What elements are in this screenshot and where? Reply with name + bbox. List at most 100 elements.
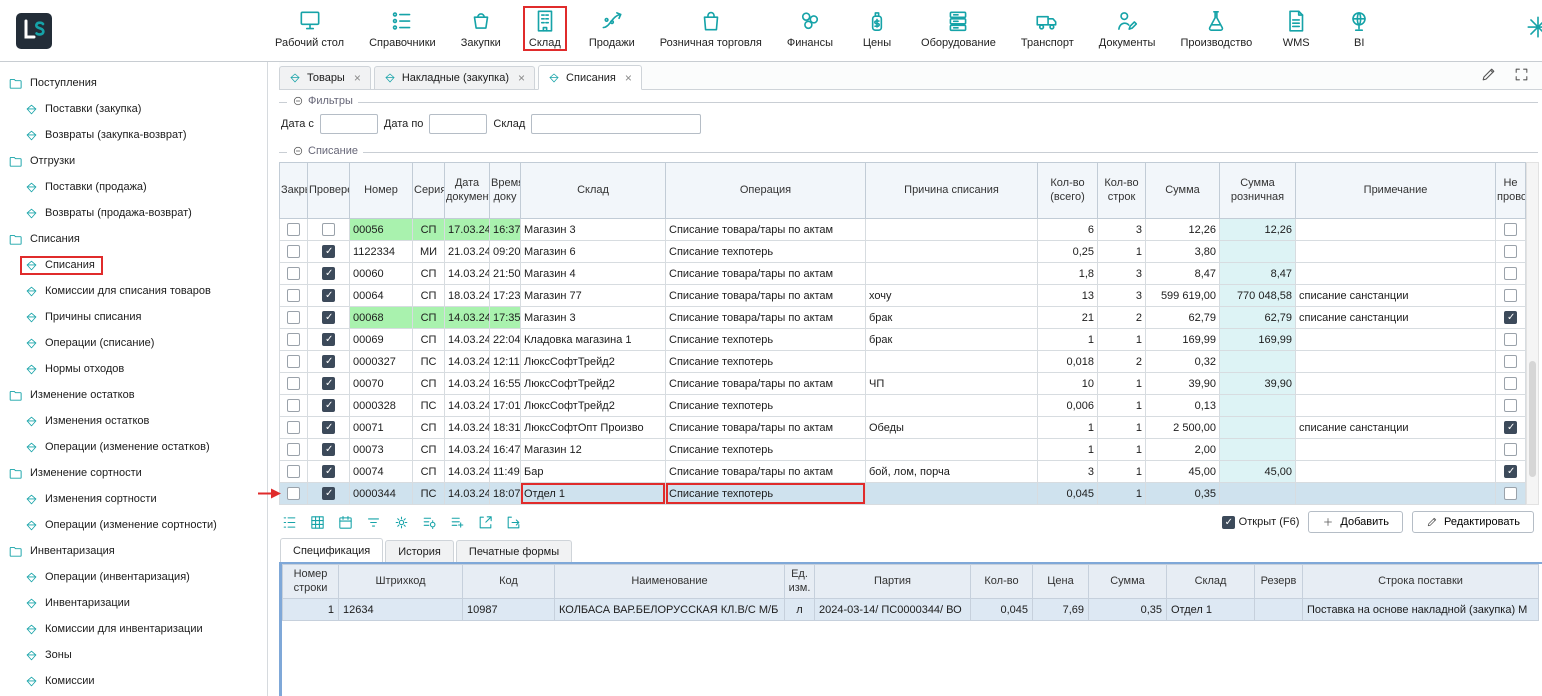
spec-row[interactable]: 11263410987КОЛБАСА ВАР.БЕЛОРУССКАЯ КЛ.В/… [283,599,1539,621]
cell-operation[interactable]: Списание техпотерь [666,395,866,417]
cell-time[interactable]: 22:04 [490,329,521,351]
cell-qty[interactable]: 3 [1038,461,1098,483]
list-settings-icon[interactable] [421,514,438,531]
cell-number[interactable]: 0000327 [350,351,413,373]
nopost-checkbox[interactable] [1504,311,1517,324]
tree-item[interactable]: Возвраты (закупка-возврат) [0,122,267,148]
cell-warehouse[interactable]: Бар [521,461,666,483]
spec-column-header[interactable]: Сумма [1089,565,1167,599]
numbered-list-icon[interactable] [281,514,298,531]
cell-number[interactable]: 00064 [350,285,413,307]
grid-view-icon[interactable] [309,514,326,531]
table-row[interactable]: 0000327ПС14.03.2412:11ЛюксСофтТрейд2Спис… [280,351,1526,373]
cell-reason[interactable]: ЧП [866,373,1038,395]
tree-item[interactable]: Операции (списание) [0,330,267,356]
spec-column-header[interactable]: Резерв [1255,565,1303,599]
tree-item[interactable]: Операции (изменение остатков) [0,434,267,460]
column-header[interactable]: Серия [413,163,445,219]
cell-note[interactable] [1296,461,1496,483]
spec-column-header[interactable]: Наименование [555,565,785,599]
cell-lines[interactable]: 1 [1098,329,1146,351]
close-icon[interactable]: × [354,72,361,84]
cell-operation[interactable]: Списание товара/тары по актам [666,373,866,395]
cell-lines[interactable]: 3 [1098,263,1146,285]
table-row[interactable]: 00068СП14.03.2417:35Магазин 3Списание то… [280,307,1526,329]
cell-qty[interactable]: 13 [1038,285,1098,307]
cell-time[interactable]: 11:49 [490,461,521,483]
cell-warehouse[interactable]: Магазин 3 [521,219,666,241]
cell-note[interactable] [1296,219,1496,241]
cell-number[interactable]: 00068 [350,307,413,329]
cell-sum[interactable]: 8,47 [1146,263,1220,285]
topbar-item-wms[interactable]: WMS [1274,6,1318,51]
cell-number[interactable]: 00056 [350,219,413,241]
cell-qty[interactable]: 10 [1038,373,1098,395]
cell-date[interactable]: 14.03.24 [445,417,490,439]
verified-checkbox[interactable] [322,333,335,346]
table-row[interactable]: 0000344ПС14.03.2418:07Отдел 1Списание те… [280,483,1526,505]
topbar-item-equipment[interactable]: Оборудование [918,6,999,51]
spec-cell[interactable]: Поставка на основе накладной (закупка) М [1303,599,1539,621]
closed-checkbox[interactable] [287,245,300,258]
export-icon[interactable] [477,514,494,531]
verified-checkbox[interactable] [322,289,335,302]
spec-cell[interactable]: л [785,599,815,621]
cell-operation[interactable]: Списание техпотерь [666,483,866,505]
table-row[interactable]: 00071СП14.03.2418:31ЛюксСофтОпт ПроизвоС… [280,417,1526,439]
nopost-checkbox[interactable] [1504,377,1517,390]
nopost-checkbox[interactable] [1504,289,1517,302]
tree-folder[interactable]: Списания [0,226,267,252]
cell-sum[interactable]: 12,26 [1146,219,1220,241]
cell-reason[interactable]: брак [866,307,1038,329]
cell-operation[interactable]: Списание товара/тары по актам [666,263,866,285]
cell-warehouse[interactable]: ЛюксСофтТрейд2 [521,351,666,373]
cell-retail[interactable] [1220,439,1296,461]
fullscreen-icon[interactable] [1513,66,1530,83]
tree-folder[interactable]: Изменение остатков [0,382,267,408]
cell-warehouse[interactable]: Магазин 12 [521,439,666,461]
nopost-checkbox[interactable] [1504,223,1517,236]
cell-date[interactable]: 14.03.24 [445,329,490,351]
date-to-input[interactable] [429,114,487,134]
topbar-item-sales[interactable]: Продажи [586,6,638,51]
column-header[interactable]: Закрыт [280,163,308,219]
cell-time[interactable]: 17:35 [490,307,521,329]
closed-checkbox[interactable] [287,289,300,302]
cell-reason[interactable] [866,263,1038,285]
verified-checkbox[interactable] [322,465,335,478]
closed-checkbox[interactable] [287,377,300,390]
spec-column-header[interactable]: Штрихкод [339,565,463,599]
tree-item[interactable]: Инвентаризации [0,590,267,616]
cell-number[interactable]: 00060 [350,263,413,285]
cell-time[interactable]: 17:23 [490,285,521,307]
tree-item[interactable]: Нормы отходов [0,356,267,382]
list-add-icon[interactable] [449,514,466,531]
cell-number[interactable]: 1122334 [350,241,413,263]
cell-retail[interactable]: 169,99 [1220,329,1296,351]
cell-note[interactable] [1296,329,1496,351]
table-row[interactable]: 0000328ПС14.03.2417:01ЛюксСофтТрейд2Спис… [280,395,1526,417]
nopost-checkbox[interactable] [1504,443,1517,456]
cell-lines[interactable]: 2 [1098,351,1146,373]
column-header[interactable]: Номер [350,163,413,219]
spec-cell[interactable]: 10987 [463,599,555,621]
cell-series[interactable]: СП [413,417,445,439]
cell-note[interactable] [1296,439,1496,461]
cell-retail[interactable]: 39,90 [1220,373,1296,395]
cell-date[interactable]: 14.03.24 [445,263,490,285]
cell-series[interactable]: СП [413,439,445,461]
cell-warehouse[interactable]: Кладовка магазина 1 [521,329,666,351]
cell-date[interactable]: 14.03.24 [445,373,490,395]
cell-date[interactable]: 14.03.24 [445,307,490,329]
cell-retail[interactable] [1220,483,1296,505]
column-header[interactable]: Кол-во строк [1098,163,1146,219]
cell-lines[interactable]: 1 [1098,439,1146,461]
cell-note[interactable] [1296,373,1496,395]
cell-sum[interactable]: 0,13 [1146,395,1220,417]
closed-checkbox[interactable] [287,223,300,236]
edit-button[interactable]: Редактировать [1412,511,1534,533]
cell-operation[interactable]: Списание товара/тары по актам [666,285,866,307]
cell-operation[interactable]: Списание товара/тары по актам [666,307,866,329]
cell-operation[interactable]: Списание товара/тары по актам [666,461,866,483]
verified-checkbox[interactable] [322,487,335,500]
